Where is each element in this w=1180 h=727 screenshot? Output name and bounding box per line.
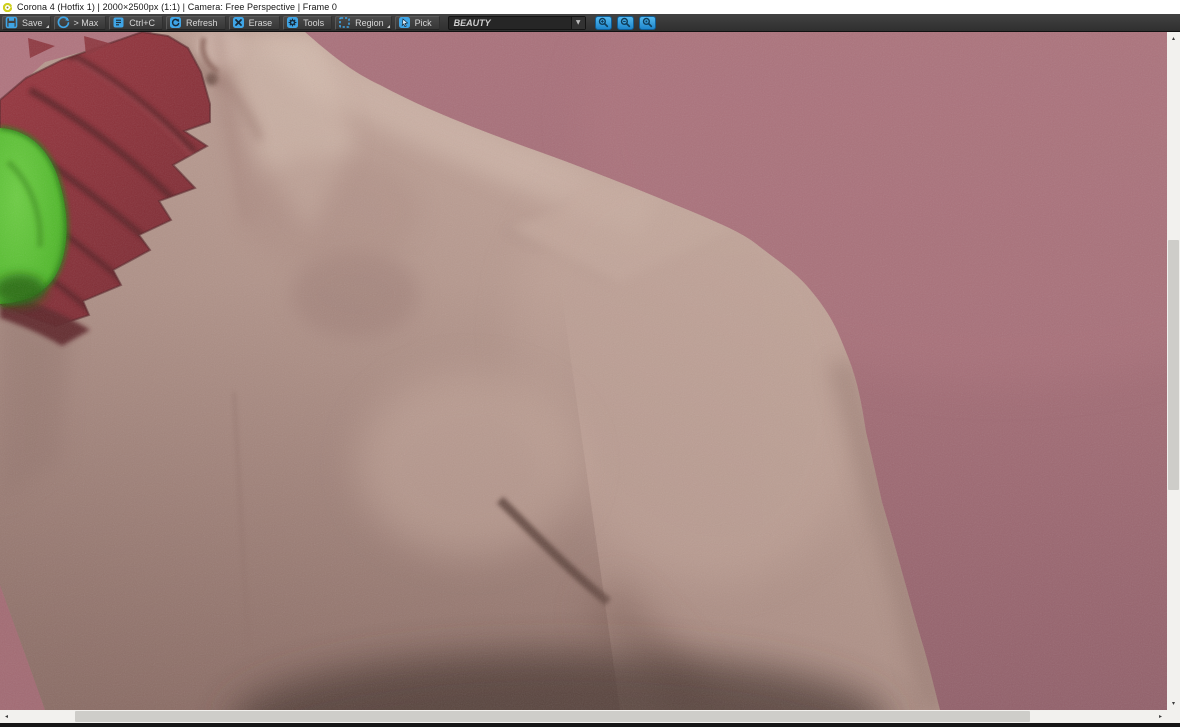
erase-button[interactable]: Erase — [228, 15, 281, 30]
region-button[interactable]: Region — [335, 15, 392, 30]
scroll-down-arrow[interactable]: ▾ — [1167, 697, 1180, 710]
zoom-out-button[interactable] — [616, 15, 634, 30]
vertical-scrollbar[interactable]: ▴ ▾ — [1167, 32, 1180, 710]
pick-button-label: Pick — [414, 17, 432, 28]
copy-icon — [113, 17, 124, 28]
vertical-scrollbar-thumb[interactable] — [1168, 240, 1179, 490]
horizontal-scrollbar[interactable]: ◂ ▸ — [0, 710, 1167, 723]
window-title: Corona 4 (Hotfix 1) | 2000×2500px (1:1) … — [17, 2, 338, 12]
region-menu-corner-icon — [386, 24, 390, 28]
copy-button-label: Ctrl+C — [129, 17, 156, 28]
save-button[interactable]: Save — [2, 15, 51, 30]
render-image — [0, 32, 1167, 710]
save-button-label: Save — [22, 17, 43, 28]
zoom-in-button[interactable] — [594, 15, 612, 30]
save-icon — [5, 16, 18, 29]
scroll-left-arrow[interactable]: ◂ — [0, 710, 13, 723]
render-element-value: BEAUTY — [453, 17, 491, 28]
render-to-max-button[interactable]: > Max — [53, 15, 107, 30]
region-button-label: Region — [355, 17, 384, 28]
zoom-reset-icon — [642, 17, 652, 28]
refresh-icon — [170, 17, 182, 28]
erase-icon — [232, 17, 244, 28]
refresh-button-label: Refresh — [186, 17, 218, 28]
zoom-out-icon — [620, 17, 630, 28]
zoom-in-icon — [598, 17, 608, 28]
scroll-up-arrow[interactable]: ▴ — [1167, 32, 1180, 45]
pick-button[interactable]: Pick — [394, 15, 440, 30]
max-icon — [57, 16, 69, 29]
tools-button-label: Tools — [303, 17, 325, 28]
render-canvas[interactable] — [0, 32, 1167, 710]
window-bottom-edge — [0, 723, 1180, 727]
pick-icon — [398, 17, 410, 28]
horizontal-scrollbar-thumb[interactable] — [75, 711, 1030, 722]
region-icon — [339, 17, 350, 28]
render-noise-overlay — [0, 32, 1167, 710]
corona-logo-icon — [3, 2, 12, 12]
vfb-toolbar: Save > Max Ctrl+C Refresh Erase Tools Re… — [0, 14, 1180, 32]
scrollbar-corner — [1167, 710, 1180, 723]
tools-icon — [287, 17, 299, 28]
erase-button-label: Erase — [248, 17, 273, 28]
render-to-max-label: > Max — [73, 17, 99, 28]
chevron-down-icon: ▼ — [570, 16, 585, 29]
zoom-reset-button[interactable] — [638, 15, 656, 30]
save-menu-corner-icon — [45, 24, 49, 28]
refresh-button[interactable]: Refresh — [166, 15, 226, 30]
scroll-right-arrow[interactable]: ▸ — [1154, 710, 1167, 723]
window-titlebar: Corona 4 (Hotfix 1) | 2000×2500px (1:1) … — [0, 0, 1180, 14]
render-element-select[interactable]: BEAUTY ▼ — [447, 15, 586, 30]
tools-button[interactable]: Tools — [283, 15, 333, 30]
copy-button[interactable]: Ctrl+C — [109, 15, 164, 30]
